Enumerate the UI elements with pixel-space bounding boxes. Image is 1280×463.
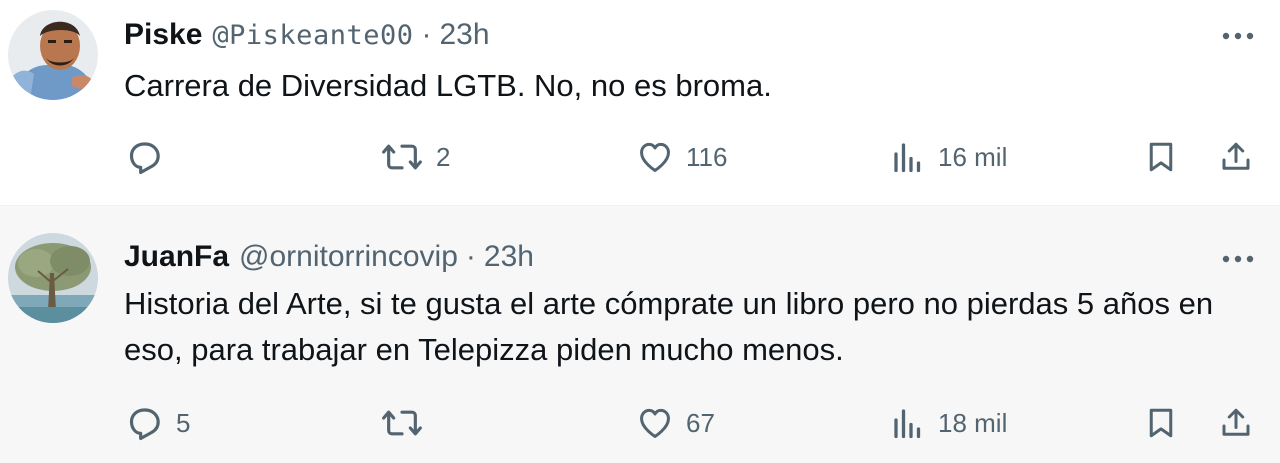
reply-icon bbox=[124, 137, 164, 177]
tweet-header: Piske @Piskeante00 · 23h bbox=[124, 15, 490, 55]
tweet-text: Historia del Arte, si te gusta el arte c… bbox=[124, 286, 1214, 367]
tweet-actions: 2 116 16 mil bbox=[0, 137, 1280, 177]
author-handle[interactable]: @ornitorrincovip bbox=[239, 240, 458, 274]
retweet-icon bbox=[380, 137, 424, 177]
tweet[interactable]: JuanFa @ornitorrincovip · 23h Historia d… bbox=[0, 205, 1280, 463]
timestamp[interactable]: 23h bbox=[484, 240, 534, 274]
heart-icon bbox=[636, 403, 674, 443]
author-name[interactable]: Piske bbox=[124, 18, 202, 52]
views-icon bbox=[890, 403, 926, 443]
share-icon bbox=[1218, 403, 1254, 443]
author-handle[interactable]: @Piskeante00 bbox=[212, 20, 413, 51]
views-icon bbox=[890, 137, 926, 177]
tweet-text: Carrera de Diversidad LGTB. No, no es br… bbox=[124, 68, 772, 103]
tweet-header: JuanFa @ornitorrincovip · 23h bbox=[124, 237, 534, 277]
views-button[interactable]: 16 mil bbox=[890, 137, 1007, 177]
retweet-count: 2 bbox=[436, 141, 451, 172]
like-count: 116 bbox=[686, 141, 728, 172]
reply-button[interactable]: 5 bbox=[124, 403, 190, 443]
timestamp[interactable]: 23h bbox=[439, 18, 489, 52]
more-icon[interactable] bbox=[1218, 244, 1258, 274]
retweet-button[interactable]: 2 bbox=[380, 137, 450, 177]
tweet[interactable]: Piske @Piskeante00 · 23h Carrera de Dive… bbox=[0, 0, 1280, 205]
separator: · bbox=[421, 18, 432, 51]
author-name[interactable]: JuanFa bbox=[124, 240, 229, 274]
separator: · bbox=[465, 240, 476, 273]
reply-icon bbox=[124, 403, 164, 443]
heart-icon bbox=[636, 137, 674, 177]
bookmark-button[interactable] bbox=[1143, 137, 1179, 177]
share-icon bbox=[1218, 137, 1254, 177]
more-icon[interactable] bbox=[1218, 21, 1258, 51]
share-button[interactable] bbox=[1218, 137, 1254, 177]
retweet-button[interactable] bbox=[380, 403, 436, 443]
avatar[interactable] bbox=[8, 10, 98, 100]
reply-button[interactable] bbox=[124, 137, 176, 177]
retweet-icon bbox=[380, 403, 424, 443]
share-button[interactable] bbox=[1218, 403, 1254, 443]
views-count: 16 mil bbox=[938, 141, 1008, 172]
like-button[interactable]: 67 bbox=[636, 403, 715, 443]
reply-count: 5 bbox=[176, 407, 191, 438]
bookmark-icon bbox=[1143, 137, 1179, 177]
tweet-actions: 5 67 18 mil bbox=[0, 403, 1280, 443]
like-count: 67 bbox=[686, 407, 715, 438]
views-count: 18 mil bbox=[938, 407, 1008, 438]
bookmark-button[interactable] bbox=[1143, 403, 1179, 443]
bookmark-icon bbox=[1143, 403, 1179, 443]
like-button[interactable]: 116 bbox=[636, 137, 727, 177]
views-button[interactable]: 18 mil bbox=[890, 403, 1007, 443]
avatar[interactable] bbox=[8, 233, 98, 323]
